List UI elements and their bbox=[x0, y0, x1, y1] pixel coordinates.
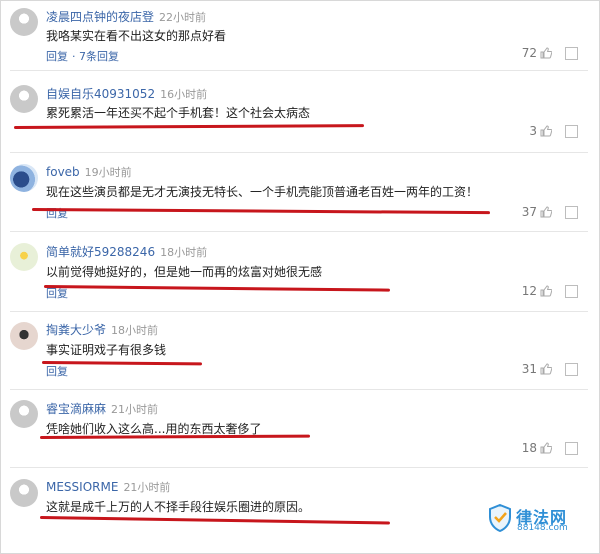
reply-link[interactable]: 回复 bbox=[46, 287, 68, 300]
avatar[interactable] bbox=[10, 85, 38, 113]
like-number: 12 bbox=[521, 284, 537, 298]
comment-user-line: MESSIORME 21小时前 bbox=[46, 479, 170, 495]
avatar[interactable] bbox=[10, 8, 38, 36]
like-count[interactable]: 31 bbox=[522, 362, 552, 376]
like-count[interactable]: 37 bbox=[522, 205, 552, 219]
comment-user-line: 凌晨四点钟的夜店登 22小时前 bbox=[46, 8, 206, 25]
comment-text: 现在这些演员都是无才无演技无特长、一个手机壳能顶普通老百姓一两年的工资！ bbox=[46, 185, 479, 199]
timestamp: 21小时前 bbox=[123, 481, 171, 494]
option-checkbox[interactable] bbox=[565, 363, 578, 376]
comment-text: 我咯某实在看不出这女的那点好看 bbox=[46, 29, 227, 43]
avatar[interactable] bbox=[10, 400, 38, 428]
avatar[interactable] bbox=[10, 479, 38, 507]
timestamp: 21小时前 bbox=[111, 403, 159, 416]
like-count[interactable]: 3 bbox=[529, 124, 552, 138]
shield-icon bbox=[489, 504, 511, 532]
comment-user-line: 简单就好59288246 18小时前 bbox=[46, 243, 207, 260]
divider bbox=[10, 311, 588, 312]
divider bbox=[10, 231, 588, 232]
reply-row: 回复 · 7条回复 bbox=[46, 48, 119, 64]
timestamp: 22小时前 bbox=[159, 11, 207, 24]
option-checkbox[interactable] bbox=[565, 206, 578, 219]
thumbs-up-icon[interactable] bbox=[540, 363, 552, 375]
reply-link[interactable]: 回复 bbox=[46, 50, 68, 63]
like-count[interactable]: 12 bbox=[522, 284, 552, 298]
reply-link[interactable]: 回复 bbox=[46, 365, 68, 378]
watermark-logo: 律法网 88148.com bbox=[488, 502, 588, 536]
sub-replies-link[interactable]: · 7条回复 bbox=[72, 50, 119, 63]
comment-text: 事实证明戏子有很多钱 bbox=[46, 343, 167, 357]
avatar[interactable] bbox=[10, 164, 38, 192]
thumbs-up-icon[interactable] bbox=[540, 285, 552, 297]
comment-text: 以前觉得她挺好的，但是她一而再的炫富对她很无感 bbox=[46, 265, 323, 279]
username[interactable]: 掏粪大少爷 bbox=[46, 323, 106, 337]
timestamp: 18小时前 bbox=[160, 246, 208, 259]
comment-text: 这就是成千上万的人不择手段往娱乐圈进的原因。 bbox=[46, 500, 311, 514]
thumbs-up-icon[interactable] bbox=[540, 442, 552, 454]
like-count[interactable]: 18 bbox=[522, 441, 552, 455]
like-count[interactable]: 72 bbox=[522, 46, 552, 60]
like-number: 37 bbox=[521, 205, 537, 219]
username[interactable]: 凌晨四点钟的夜店登 bbox=[46, 10, 154, 24]
like-number: 31 bbox=[521, 362, 537, 376]
option-checkbox[interactable] bbox=[565, 442, 578, 455]
comment-user-line: 自娱自乐40931052 16小时前 bbox=[46, 85, 207, 102]
option-checkbox[interactable] bbox=[565, 285, 578, 298]
username[interactable]: 睿宝滴麻麻 bbox=[46, 402, 106, 416]
like-number: 72 bbox=[521, 46, 537, 60]
avatar[interactable] bbox=[10, 322, 38, 350]
divider bbox=[10, 389, 588, 390]
option-checkbox[interactable] bbox=[565, 47, 578, 60]
username[interactable]: 简单就好59288246 bbox=[46, 245, 155, 259]
username[interactable]: 自娱自乐40931052 bbox=[46, 87, 155, 101]
avatar[interactable] bbox=[10, 243, 38, 271]
reply-row: 回复 bbox=[46, 363, 68, 379]
username[interactable]: foveb bbox=[46, 165, 80, 179]
like-number: 18 bbox=[521, 441, 537, 455]
divider bbox=[10, 70, 588, 71]
comment-text: 累死累活一年还买不起个手机套！这个社会太病态 bbox=[46, 106, 311, 120]
thumbs-up-icon[interactable] bbox=[540, 125, 552, 137]
username[interactable]: MESSIORME bbox=[46, 480, 118, 494]
divider bbox=[10, 467, 588, 468]
timestamp: 16小时前 bbox=[160, 88, 208, 101]
watermark-url: 88148.com bbox=[517, 523, 568, 533]
thumbs-up-icon[interactable] bbox=[540, 47, 552, 59]
comment-user-line: 掏粪大少爷 18小时前 bbox=[46, 321, 158, 338]
comment-user-line: 睿宝滴麻麻 21小时前 bbox=[46, 400, 158, 417]
like-number: 3 bbox=[529, 124, 537, 138]
timestamp: 18小时前 bbox=[111, 324, 159, 337]
option-checkbox[interactable] bbox=[565, 125, 578, 138]
divider bbox=[10, 152, 588, 153]
timestamp: 19小时前 bbox=[84, 166, 132, 179]
comment-user-line: foveb 19小时前 bbox=[46, 164, 132, 180]
thumbs-up-icon[interactable] bbox=[540, 206, 552, 218]
